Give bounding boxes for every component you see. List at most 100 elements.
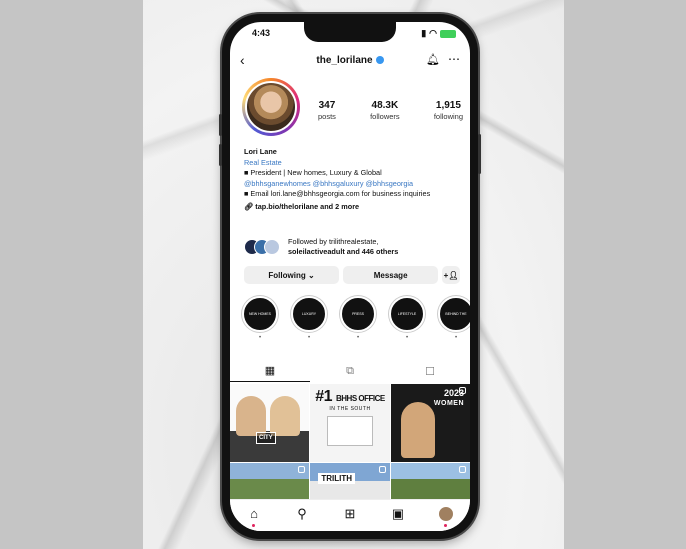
link-icon: 🔗︎ xyxy=(244,201,256,211)
profile-nav[interactable] xyxy=(436,506,456,527)
profile-category: Real Estate xyxy=(244,157,282,167)
post-rank: #1 xyxy=(315,388,333,405)
tab-reels[interactable]: ⧉ xyxy=(310,360,390,382)
highlight-item[interactable]: LUXURY • xyxy=(291,296,327,346)
highlight-dot: • xyxy=(356,335,360,341)
highlight-item[interactable]: BEHIND THE • xyxy=(438,296,470,346)
highlight-circle: LUXURY xyxy=(291,296,327,332)
follower-avatar-3 xyxy=(264,239,280,255)
followers-stat[interactable]: 48.3K followers xyxy=(370,100,400,121)
highlight-dot: • xyxy=(405,335,409,341)
highlight-dot: • xyxy=(307,335,311,341)
notification-dot xyxy=(444,524,447,527)
reel-icon xyxy=(459,466,466,473)
signal-icon: ▮ xyxy=(421,28,427,38)
following-button[interactable]: Following ⌄ xyxy=(244,266,340,284)
followed-by-text: Followed by trilithrealestate, soleilact… xyxy=(288,237,398,257)
highlight-item[interactable]: LIFESTYLE • xyxy=(389,296,425,346)
highlight-dot: • xyxy=(454,335,458,341)
tab-tagged[interactable]: ☐ xyxy=(390,360,470,382)
posts-count: 347 xyxy=(318,100,336,111)
post-tile[interactable]: #1 BHHS OFFICE IN THE SOUTH xyxy=(310,384,390,462)
power-button xyxy=(478,134,481,174)
post-photo-person xyxy=(236,396,266,436)
message-button[interactable]: Message xyxy=(343,266,439,284)
home-icon[interactable]: ⌂ xyxy=(244,506,264,527)
verified-badge-icon xyxy=(375,56,384,65)
followers-count: 48.3K xyxy=(371,100,399,111)
post-tile[interactable] xyxy=(390,463,470,499)
bio-line-2: ■ Email lori.lane@bhhsgeorgia.com for bu… xyxy=(244,189,431,198)
followed-by-line-1: Followed by trilithrealestate, xyxy=(288,237,379,246)
status-bar: 4:43 ▮ ◠ xyxy=(230,28,470,42)
post-photo-person xyxy=(270,396,300,436)
tagged-icon: ☐ xyxy=(425,365,435,378)
highlight-circle: NEW HOMES xyxy=(242,296,278,332)
following-stat[interactable]: 1,915 following xyxy=(434,100,463,121)
bio-tags[interactable]: @bhhsganewhomes @bhhsgaluxury @bhhsgeorg… xyxy=(244,179,459,190)
reel-icon xyxy=(298,466,306,473)
following-count: 1,915 xyxy=(435,100,461,111)
post-tile[interactable]: TRILITH xyxy=(310,463,390,499)
post-text: WOMEN xyxy=(433,400,464,407)
bio-line-1: ■ President | New homes, Luxury & Global xyxy=(244,168,382,177)
profile-stats: 347 posts 48.3K followers 1,915 followin… xyxy=(318,100,463,121)
volume-down-button xyxy=(219,144,222,166)
battery-icon xyxy=(440,29,456,38)
post-photo-person xyxy=(400,402,435,458)
profile-name: Lori Lane xyxy=(244,147,277,156)
story-highlights: NEW HOMES • LUXURY • PRESS • LIFESTYLE • BEH… xyxy=(242,296,470,346)
add-user-icon[interactable]: +👤︎ xyxy=(442,266,460,284)
right-gray-panel xyxy=(564,0,686,549)
followed-by[interactable]: Followed by trilithrealestate, soleilact… xyxy=(244,236,459,260)
profile-actions: Following ⌄ Message +👤︎ xyxy=(244,266,460,284)
posts-stat[interactable]: 347 posts xyxy=(318,100,336,121)
profile-avatar[interactable] xyxy=(242,78,300,136)
profile-header: ‹ the_lorilane 🔔︎ ⋯ xyxy=(230,52,470,72)
left-gray-panel xyxy=(0,0,143,549)
post-text: TRILITH xyxy=(318,473,355,484)
bio-link-text: tap.bio/thelorilane and 2 more xyxy=(255,201,360,211)
highlight-circle: LIFESTYLE xyxy=(389,296,425,332)
post-title: BHHS OFFICE xyxy=(336,394,385,403)
post-caption: CITY xyxy=(256,432,276,444)
create-post-icon[interactable]: ⊞ xyxy=(340,506,360,522)
profile-bio: Lori Lane Real Estate ■ President | New … xyxy=(244,147,459,212)
search-icon[interactable]: ⚲ xyxy=(292,506,312,522)
post-subtitle: IN THE SOUTH xyxy=(329,406,371,412)
status-time: 4:43 xyxy=(252,28,271,38)
profile-tabs: ▦ ⧉ ☐ xyxy=(230,360,470,382)
bio-link[interactable]: 🔗︎ tap.bio/thelorilane and 2 more xyxy=(244,202,459,213)
bottom-navigation: ⌂ ⚲ ⊞ ▣ xyxy=(230,499,470,531)
highlight-item[interactable]: PRESS • xyxy=(340,296,376,346)
certificate-image xyxy=(326,416,373,446)
phone-frame: 4:43 ▮ ◠ ‹ the_lorilane 🔔︎ ⋯ 347 posts 4… xyxy=(219,14,481,539)
tab-grid[interactable]: ▦ xyxy=(230,360,310,382)
phone-screen: 4:43 ▮ ◠ ‹ the_lorilane 🔔︎ ⋯ 347 posts 4… xyxy=(230,22,470,531)
post-headline: #1 BHHS OFFICE xyxy=(310,388,389,406)
status-icons: ▮ ◠ xyxy=(421,28,456,39)
notification-bell-icon[interactable]: 🔔︎ xyxy=(426,53,440,66)
notification-dot xyxy=(252,524,255,527)
reels-nav-icon[interactable]: ▣ xyxy=(388,506,408,522)
post-tile[interactable]: 2023 WOMEN xyxy=(390,384,470,462)
reels-icon: ⧉ xyxy=(346,364,354,377)
followers-label: followers xyxy=(370,112,400,121)
reel-icon xyxy=(459,387,466,394)
followed-by-line-2: soleilactiveadult and 446 others xyxy=(288,247,399,256)
avatar xyxy=(439,507,453,521)
volume-up-button xyxy=(219,114,222,136)
following-label: following xyxy=(433,112,463,121)
posts-grid: CITY #1 BHHS OFFICE IN THE SOUTH 2023 WO… xyxy=(230,384,470,499)
highlight-circle: PRESS xyxy=(340,296,376,332)
reel-icon xyxy=(378,466,386,473)
highlight-item[interactable]: NEW HOMES • xyxy=(242,296,278,346)
more-options-icon[interactable]: ⋯ xyxy=(448,52,460,66)
post-tile[interactable]: CITY xyxy=(230,384,310,462)
grid-icon: ▦ xyxy=(264,365,276,377)
highlight-circle: BEHIND THE xyxy=(438,296,470,332)
posts-label: posts xyxy=(318,112,336,121)
highlight-dot: • xyxy=(258,335,262,341)
wifi-icon: ◠ xyxy=(429,28,437,38)
post-tile[interactable] xyxy=(230,463,310,499)
